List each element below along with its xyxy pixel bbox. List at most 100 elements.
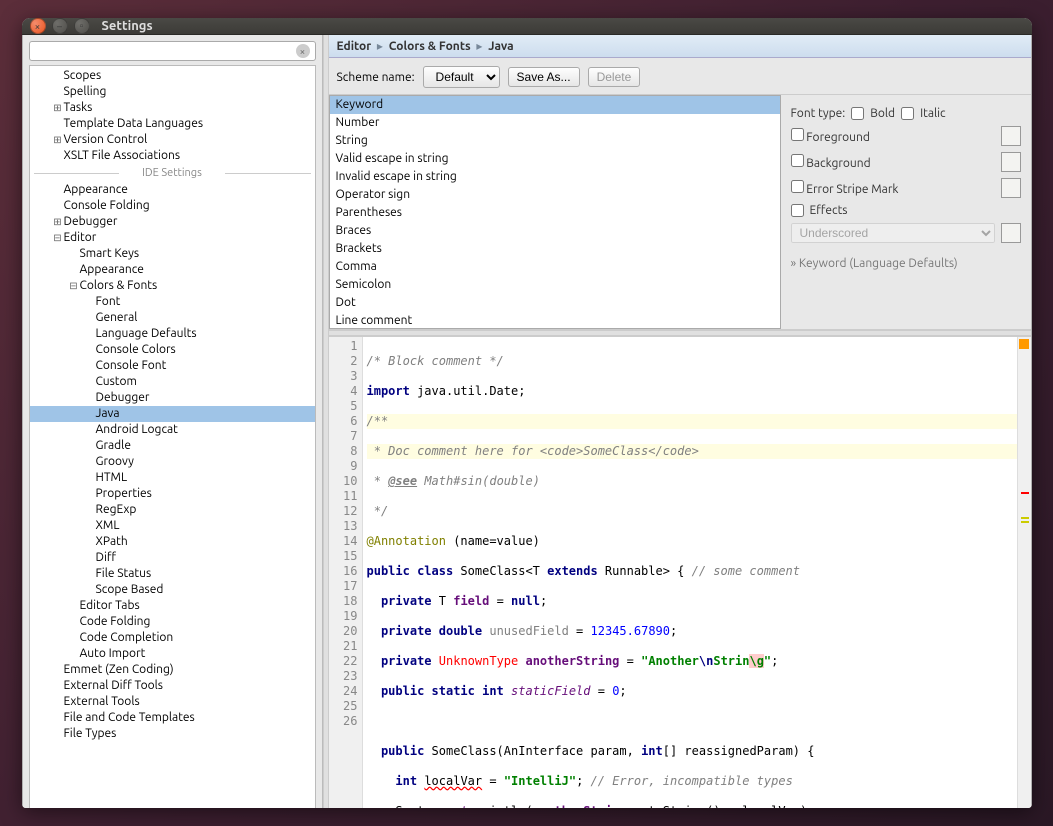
scheme-select[interactable]: Default <box>423 66 500 88</box>
maximize-icon[interactable]: ▫ <box>74 18 90 34</box>
background-swatch[interactable] <box>1001 152 1021 172</box>
editor-preview[interactable]: 1234567891011121314151617181920212223242… <box>329 336 1031 808</box>
attribute-item[interactable]: Valid escape in string <box>330 150 780 168</box>
attribute-item[interactable]: Dot <box>330 294 780 312</box>
warning-mark[interactable] <box>1021 517 1029 519</box>
bold-checkbox[interactable] <box>851 107 864 120</box>
tree-item[interactable]: Smart Keys <box>30 246 315 262</box>
tree-item[interactable]: Emmet (Zen Coding) <box>30 662 315 678</box>
effects-checkbox[interactable] <box>791 204 804 217</box>
tree-item[interactable]: Android Logcat <box>30 422 315 438</box>
expander-icon[interactable]: ⊟ <box>52 230 64 246</box>
attribute-item[interactable]: Braces <box>330 222 780 240</box>
effects-select[interactable]: Underscored <box>791 223 995 243</box>
tree-item[interactable]: RegExp <box>30 502 315 518</box>
attribute-item[interactable]: Invalid escape in string <box>330 168 780 186</box>
tree-item[interactable]: Template Data Languages <box>30 116 315 132</box>
tree-item[interactable]: Appearance <box>30 182 315 198</box>
tree-item[interactable]: Language Defaults <box>30 326 315 342</box>
crumb-java[interactable]: Java <box>488 40 513 53</box>
tree-item[interactable]: ⊟Colors & Fonts <box>30 278 315 294</box>
attribute-list[interactable]: KeywordNumberStringValid escape in strin… <box>329 95 781 329</box>
minimize-icon[interactable]: – <box>52 18 68 34</box>
foreground-checkbox[interactable] <box>791 128 804 141</box>
error-stripe-swatch[interactable] <box>1001 178 1021 198</box>
analysis-indicator-icon[interactable] <box>1019 339 1029 349</box>
save-as-button[interactable]: Save As... <box>508 67 580 87</box>
tree-item[interactable]: Debugger <box>30 390 315 406</box>
line-number: 11 <box>329 489 358 504</box>
tree-divider: IDE Settings <box>30 165 315 181</box>
tree-item[interactable]: Groovy <box>30 454 315 470</box>
attribute-item[interactable]: String <box>330 132 780 150</box>
tree-item[interactable]: Code Folding <box>30 614 315 630</box>
expander-icon[interactable]: ⊞ <box>52 132 64 148</box>
tree-item[interactable]: Properties <box>30 486 315 502</box>
tree-item[interactable]: HTML <box>30 470 315 486</box>
tree-item[interactable]: Spelling <box>30 84 315 100</box>
mid-section: KeywordNumberStringValid escape in strin… <box>329 95 1031 330</box>
warning-mark[interactable] <box>1021 521 1029 523</box>
error-mark[interactable] <box>1021 492 1029 494</box>
line-number: 3 <box>329 369 358 384</box>
titlebar[interactable]: × – ▫ Settings <box>22 18 1032 35</box>
delete-button[interactable]: Delete <box>588 67 641 87</box>
code-area[interactable]: /* Block comment */ import java.util.Dat… <box>363 337 1017 808</box>
tree-item[interactable]: XPath <box>30 534 315 550</box>
tree-item[interactable]: Diff <box>30 550 315 566</box>
expander-icon[interactable]: ⊟ <box>68 278 80 294</box>
tree-item-label: RegExp <box>96 503 137 516</box>
search-input[interactable] <box>35 44 296 58</box>
foreground-swatch[interactable] <box>1001 126 1021 146</box>
tree-item[interactable]: Console Colors <box>30 342 315 358</box>
tree-item[interactable]: File Status <box>30 566 315 582</box>
tree-item[interactable]: Font <box>30 294 315 310</box>
error-stripe[interactable] <box>1017 337 1031 808</box>
tree-item[interactable]: Appearance <box>30 262 315 278</box>
tree-item[interactable]: General <box>30 310 315 326</box>
attribute-item[interactable]: Brackets <box>330 240 780 258</box>
expander-icon[interactable]: ⊞ <box>52 214 64 230</box>
tree-item[interactable]: File Types <box>30 726 315 742</box>
tree-item[interactable]: Console Folding <box>30 198 315 214</box>
background-checkbox[interactable] <box>791 154 804 167</box>
crumb-editor[interactable]: Editor <box>337 40 372 53</box>
attribute-item[interactable]: Keyword <box>330 96 780 114</box>
effects-swatch[interactable] <box>1001 223 1021 243</box>
tree-item[interactable]: Code Completion <box>30 630 315 646</box>
line-number: 15 <box>329 549 358 564</box>
error-stripe-checkbox[interactable] <box>791 180 804 193</box>
attribute-item[interactable]: Operator sign <box>330 186 780 204</box>
tree-item[interactable]: Auto Import <box>30 646 315 662</box>
tree-item[interactable]: Scope Based <box>30 582 315 598</box>
tree-item[interactable]: ⊞Tasks <box>30 100 315 116</box>
attribute-item[interactable]: Parentheses <box>330 204 780 222</box>
italic-checkbox[interactable] <box>901 107 914 120</box>
tree-item[interactable]: Gradle <box>30 438 315 454</box>
attribute-item[interactable]: Line comment <box>330 312 780 329</box>
crumb-colors-fonts[interactable]: Colors & Fonts <box>389 40 471 53</box>
tree-item[interactable]: File and Code Templates <box>30 710 315 726</box>
tree-item[interactable]: Editor Tabs <box>30 598 315 614</box>
tree-item[interactable]: ⊞Debugger <box>30 214 315 230</box>
tree-item[interactable]: Scopes <box>30 68 315 84</box>
tree-item[interactable]: XSLT File Associations <box>30 148 315 164</box>
tree-item[interactable]: XML <box>30 518 315 534</box>
tree-item[interactable]: ⊟Editor <box>30 230 315 246</box>
close-icon[interactable]: × <box>30 18 46 34</box>
expander-icon[interactable]: ⊞ <box>52 100 64 116</box>
tree-item[interactable]: External Tools <box>30 694 315 710</box>
search-box[interactable]: × <box>29 41 316 61</box>
clear-icon[interactable]: × <box>296 44 310 58</box>
tree-item-label: Smart Keys <box>80 247 140 260</box>
tree-item[interactable]: External Diff Tools <box>30 678 315 694</box>
attribute-item[interactable]: Comma <box>330 258 780 276</box>
tree-item[interactable]: ⊞Version Control <box>30 132 315 148</box>
tree-item[interactable]: Java <box>30 406 315 422</box>
attribute-item[interactable]: Semicolon <box>330 276 780 294</box>
attribute-item[interactable]: Number <box>330 114 780 132</box>
settings-tree[interactable]: ScopesSpelling⊞TasksTemplate Data Langua… <box>29 65 316 808</box>
tree-item[interactable]: Custom <box>30 374 315 390</box>
tree-item[interactable]: Console Font <box>30 358 315 374</box>
inherit-text: » Keyword (Language Defaults) <box>791 257 1021 270</box>
